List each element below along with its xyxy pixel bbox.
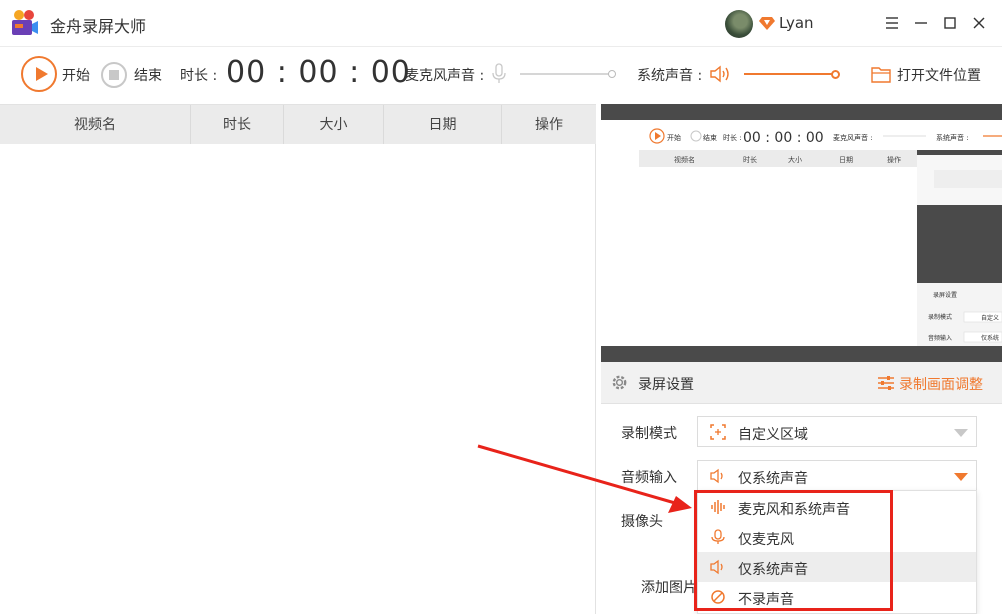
preview-mode-label: 录制模式 — [928, 313, 952, 321]
stop-button[interactable] — [101, 62, 127, 88]
sliders-icon[interactable] — [877, 374, 895, 392]
record-mode-select[interactable]: 自定义区域 — [697, 416, 977, 447]
video-list — [0, 144, 596, 614]
preview-col-date: 日期 — [839, 156, 853, 164]
recording-toolbar: 开始 结束 时长 : 00 : 00 : 00 麦克风声音 : 系统声音 : 打… — [0, 47, 1002, 103]
mic-volume-label: 麦克风声音 : — [405, 65, 484, 85]
speaker-icon[interactable] — [708, 63, 732, 85]
settings-header: 录屏设置 录制画面调整 — [601, 362, 1002, 404]
folder-icon[interactable] — [871, 65, 891, 83]
username[interactable]: Lyan — [779, 14, 814, 32]
video-table-header: 视频名 时长 大小 日期 操作 — [0, 104, 596, 144]
minimize-icon[interactable] — [910, 12, 932, 34]
add-image-label[interactable]: 添加图片 — [641, 577, 697, 597]
timer: 00 : 00 : 00 — [226, 55, 411, 90]
preview-timer: 00 : 00 : 00 — [743, 130, 824, 146]
preview-start-label: 开始 — [667, 133, 681, 142]
preview-duration-label: 时长 : — [723, 133, 742, 142]
system-volume-label: 系统声音 : — [637, 65, 702, 85]
column-header-size: 大小 — [284, 105, 384, 145]
preview-audio-label: 音频输入 — [928, 334, 952, 342]
chevron-down-icon — [954, 429, 968, 437]
mic-volume-slider[interactable] — [520, 73, 614, 75]
vip-diamond-icon[interactable] — [759, 15, 775, 31]
region-select-icon — [709, 423, 727, 441]
preview-thumbnail: 开始 结束 时长 : 00 : 00 : 00 麦克风声音 : 系统声音 : 视… — [601, 120, 1002, 346]
maximize-icon[interactable] — [939, 12, 961, 34]
stop-label[interactable]: 结束 — [134, 65, 162, 85]
system-volume-handle[interactable] — [831, 70, 840, 79]
menu-icon[interactable] — [881, 12, 903, 34]
preview-audio-value: 仅系统 — [981, 334, 999, 342]
avatar[interactable] — [725, 10, 753, 38]
audio-input-value: 仅系统声音 — [738, 468, 808, 488]
highlight-box — [694, 490, 893, 611]
record-mode-value: 自定义区域 — [738, 424, 808, 444]
column-header-date: 日期 — [384, 105, 502, 145]
audio-input-select[interactable]: 仅系统声音 — [697, 460, 977, 491]
preview-col-duration: 时长 — [743, 155, 757, 164]
preview-col-action: 操作 — [887, 155, 901, 164]
preview-screen: 开始 结束 时长 : 00 : 00 : 00 麦克风声音 : 系统声音 : 视… — [601, 120, 1002, 346]
recording-preview: 开始 结束 时长 : 00 : 00 : 00 麦克风声音 : 系统声音 : 视… — [601, 104, 1002, 362]
microphone-icon[interactable] — [491, 63, 507, 85]
column-header-action: 操作 — [502, 105, 596, 145]
annotation-arrow — [470, 440, 700, 520]
system-volume-slider[interactable] — [744, 73, 836, 75]
column-header-duration: 时长 — [191, 105, 284, 145]
preview-settings-title: 录屏设置 — [933, 291, 957, 299]
preview-stop-label: 结束 — [703, 133, 717, 142]
preview-mode-value: 自定义 — [981, 314, 999, 322]
speaker-icon — [709, 467, 727, 485]
title-bar: 金舟录屏大师 Lyan — [0, 0, 1002, 47]
start-button[interactable] — [21, 56, 57, 92]
close-icon[interactable] — [968, 12, 990, 34]
adjust-recording-link[interactable]: 录制画面调整 — [899, 374, 983, 394]
preview-system-label: 系统声音 : — [936, 133, 969, 142]
preview-col-name: 视频名 — [674, 155, 695, 164]
settings-title: 录屏设置 — [638, 374, 694, 394]
duration-label: 时长 : — [180, 65, 217, 85]
open-folder-button[interactable]: 打开文件位置 — [897, 65, 981, 85]
mic-volume-handle[interactable] — [608, 70, 616, 78]
preview-col-size: 大小 — [788, 155, 802, 164]
app-logo-icon — [11, 9, 39, 37]
column-header-name: 视频名 — [0, 105, 191, 145]
gear-icon — [610, 373, 629, 392]
app-title: 金舟录屏大师 — [50, 13, 146, 37]
preview-mic-label: 麦克风声音 : — [833, 133, 873, 142]
chevron-down-icon — [954, 473, 968, 481]
start-label[interactable]: 开始 — [62, 65, 90, 85]
